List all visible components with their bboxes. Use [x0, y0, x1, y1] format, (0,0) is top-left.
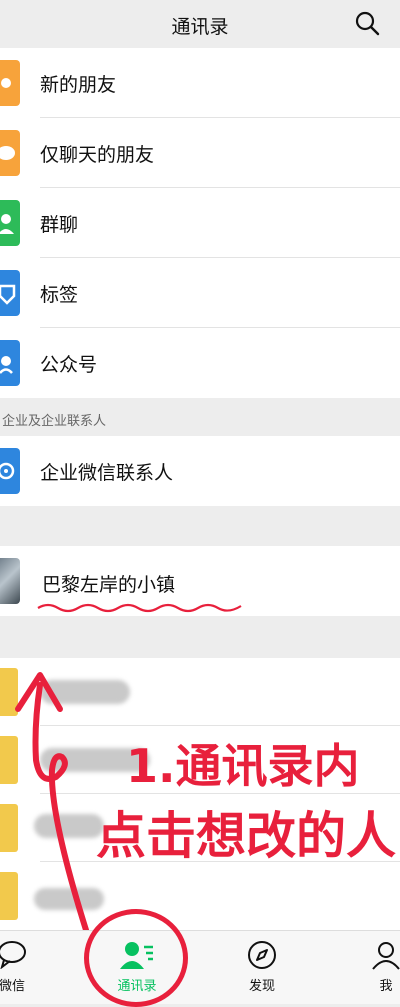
menu-label: 新的朋友	[40, 74, 117, 96]
compass-icon	[248, 941, 276, 969]
new-friends-icon	[0, 60, 20, 106]
underline-annotation	[37, 603, 242, 613]
section-header-enterprise: 企业及企业联系人	[0, 398, 400, 436]
menu-group-chats[interactable]: 群聊	[0, 188, 400, 258]
highlight-circle	[84, 909, 188, 1007]
menu-label: 公众号	[40, 354, 98, 376]
tab-label: 发现	[248, 979, 275, 994]
contact-name: 巴黎左岸的小镇	[42, 574, 176, 596]
official-account-icon	[0, 340, 20, 386]
tab-wechat[interactable]: 微信	[0, 931, 52, 1004]
menu-label: 仅聊天的朋友	[40, 144, 155, 166]
menu-tags[interactable]: 标签	[0, 258, 400, 328]
enterprise-list: 企业微信联系人	[0, 436, 400, 506]
tab-discover[interactable]: 发现	[222, 931, 302, 1004]
tab-label: 微信	[0, 979, 25, 994]
group-chat-icon	[0, 200, 20, 246]
menu-official-accounts[interactable]: 公众号	[0, 328, 400, 398]
tab-label: 我	[379, 979, 393, 994]
menu-label: 群聊	[40, 214, 79, 236]
chat-only-icon	[0, 130, 20, 176]
chat-icon	[0, 941, 26, 969]
menu-new-friends[interactable]: 新的朋友	[0, 48, 400, 118]
page-title: 通讯录	[171, 16, 229, 38]
annotation-line-1: 1.通讯录内	[126, 739, 360, 793]
tag-icon	[0, 270, 20, 316]
contact-list-top: 巴黎左岸的小镇	[0, 546, 400, 616]
menu-enterprise-contacts[interactable]: 企业微信联系人	[0, 436, 400, 506]
menu-label: 标签	[40, 284, 79, 306]
annotation-line-2: 点击想改的人	[96, 807, 396, 865]
tab-me[interactable]: 我	[346, 931, 400, 1004]
menu-label: 企业微信联系人	[40, 462, 174, 484]
enterprise-contacts-icon	[0, 448, 20, 494]
avatar	[0, 558, 20, 604]
contact-row[interactable]: 巴黎左岸的小镇	[0, 546, 400, 616]
bottom-tab-bar: 微信 通讯录 发现 我	[0, 909, 400, 1007]
top-bar: 通讯录	[0, 0, 400, 48]
person-icon	[372, 942, 400, 970]
menu-chat-only-friends[interactable]: 仅聊天的朋友	[0, 118, 400, 188]
search-icon[interactable]	[354, 10, 380, 36]
contacts-menu: 新的朋友 仅聊天的朋友 群聊 标签 公众号	[0, 48, 400, 398]
section-title: 企业及企业联系人	[2, 414, 107, 429]
